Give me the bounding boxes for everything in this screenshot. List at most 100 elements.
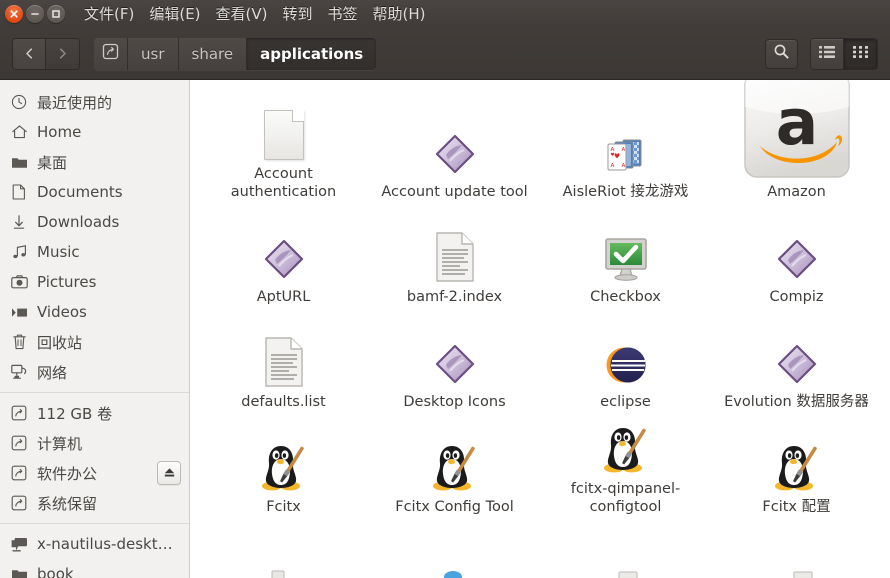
folder-icon — [10, 153, 28, 171]
file-label: Desktop Icons — [403, 394, 506, 411]
view-toggle-group — [810, 37, 878, 70]
sidebar-label: Videos — [37, 303, 87, 321]
sidebar-label: 最近使用的 — [37, 93, 113, 112]
breadcrumb-share[interactable]: share — [178, 37, 248, 70]
sidebar-divider — [0, 392, 189, 393]
menu-view[interactable]: 查看(V) — [215, 5, 269, 24]
peek-item — [715, 566, 890, 578]
menu-bookmarks[interactable]: 书签 — [327, 5, 359, 24]
sidebar-item-home[interactable]: Home — [0, 117, 189, 147]
tux-penguin-icon — [771, 435, 823, 493]
sidebar-item-downloads[interactable]: Downloads — [0, 207, 189, 237]
grid-view-button[interactable] — [844, 38, 877, 69]
sidebar-item-network[interactable]: 网络 — [0, 357, 189, 387]
file-apturl[interactable]: AptURL — [198, 204, 369, 309]
maximize-icon[interactable] — [47, 5, 65, 23]
sidebar-item-recent[interactable]: 最近使用的 — [0, 87, 189, 117]
file-amazon[interactable]: a Amazon — [711, 80, 882, 204]
breadcrumb-applications[interactable]: applications — [247, 37, 377, 70]
file-aisleriot-solitaire[interactable]: A ♥ A A A AisleRiot 接龙游戏 — [540, 86, 711, 204]
sidebar-item-system-reserved[interactable]: 系统保留 — [0, 488, 189, 518]
file-account-authentication[interactable]: Account authentication — [198, 86, 369, 204]
tux-penguin-icon — [429, 435, 481, 493]
back-button[interactable] — [13, 38, 46, 69]
document-icon — [10, 183, 28, 201]
sidebar-divider — [0, 523, 189, 524]
svg-text:A: A — [610, 163, 614, 169]
file-checkbox[interactable]: Checkbox — [540, 204, 711, 309]
file-fcitx-config-tool[interactable]: Fcitx Config Tool — [369, 414, 540, 519]
file-fcitx-qimpanel-configtool[interactable]: fcitx-qimpanel-configtool — [540, 414, 711, 519]
menu-go[interactable]: 转到 — [282, 5, 314, 24]
music-icon — [10, 243, 28, 261]
sidebar-item-pictures[interactable]: Pictures — [0, 267, 189, 297]
list-view-button[interactable] — [811, 38, 844, 69]
file-grid-view[interactable]: Account authentication Account update to… — [190, 80, 890, 578]
svg-text:♥: ♥ — [610, 152, 614, 158]
sidebar[interactable]: 最近使用的 Home 桌面 Documents Downloads Music … — [0, 80, 190, 578]
menu-edit[interactable]: 编辑(E) — [148, 5, 201, 24]
app-diamond-icon — [773, 225, 821, 283]
file-desktop-icons[interactable]: Desktop Icons — [369, 309, 540, 414]
file-label: defaults.list — [241, 394, 326, 411]
breadcrumb-usr[interactable]: usr — [128, 37, 179, 70]
sidebar-item-computer[interactable]: 计算机 — [0, 428, 189, 458]
file-label: AptURL — [256, 289, 311, 306]
file-label: Account update tool — [381, 184, 528, 201]
trash-icon — [10, 333, 28, 351]
sidebar-item-videos[interactable]: Videos — [0, 297, 189, 327]
sidebar-label: 网络 — [37, 363, 68, 382]
menu-file[interactable]: 文件(F) — [83, 5, 135, 24]
drive-icon — [10, 404, 28, 422]
file-label: Evolution 数据服务器 — [724, 394, 869, 411]
sidebar-label: Pictures — [37, 273, 97, 291]
bookmark-desktop-icon — [10, 535, 28, 553]
file-label: eclipse — [600, 394, 651, 411]
forward-button[interactable] — [46, 38, 79, 69]
sidebar-item-software-office[interactable]: 软件办公 — [0, 458, 189, 488]
peek-item — [190, 566, 365, 578]
sidebar-item-trash[interactable]: 回收站 — [0, 327, 189, 357]
sidebar-label: 系统保留 — [37, 494, 98, 513]
drive-icon — [10, 494, 28, 512]
navigation-buttons — [12, 37, 80, 70]
sidebar-item-music[interactable]: Music — [0, 237, 189, 267]
file-compiz[interactable]: Compiz — [711, 204, 882, 309]
text-document-icon — [263, 330, 305, 388]
grid-view-icon — [853, 44, 868, 63]
file-label: Fcitx 配置 — [762, 499, 831, 516]
app-diamond-icon — [431, 330, 479, 388]
file-account-update-tool[interactable]: Account update tool — [369, 86, 540, 204]
close-icon[interactable] — [5, 5, 23, 23]
file-fcitx[interactable]: Fcitx — [198, 414, 369, 519]
sidebar-label: 软件办公 — [37, 464, 98, 483]
file-label: Compiz — [769, 289, 824, 306]
file-eclipse[interactable]: eclipse — [540, 309, 711, 414]
svg-text:A: A — [621, 163, 625, 169]
device-icon — [102, 43, 119, 64]
sidebar-item-documents[interactable]: Documents — [0, 177, 189, 207]
amazon-icon: a — [742, 80, 852, 179]
window-body: 最近使用的 Home 桌面 Documents Downloads Music … — [0, 80, 890, 578]
file-defaults-list[interactable]: defaults.list — [198, 309, 369, 414]
sidebar-item-x-nautilus-desktop[interactable]: x-nautilus-deskt… — [0, 529, 189, 559]
app-diamond-icon — [773, 330, 821, 388]
svg-text:A: A — [621, 147, 625, 153]
file-label: Amazon — [767, 184, 826, 201]
sidebar-item-desktop[interactable]: 桌面 — [0, 147, 189, 177]
search-button[interactable] — [765, 38, 798, 69]
sidebar-item-book[interactable]: book — [0, 559, 189, 578]
file-bamf-2-index[interactable]: bamf-2.index — [369, 204, 540, 309]
file-evolution-data-server[interactable]: Evolution 数据服务器 — [711, 309, 882, 414]
breadcrumb-device-root[interactable] — [94, 37, 128, 70]
eject-button[interactable] — [157, 461, 181, 485]
file-label: Account authentication — [230, 165, 337, 201]
camera-icon — [10, 273, 28, 291]
sidebar-label: 桌面 — [37, 153, 68, 172]
file-fcitx-peizhi[interactable]: Fcitx 配置 — [711, 414, 882, 519]
video-icon — [10, 303, 28, 321]
file-label: Fcitx — [266, 499, 301, 516]
minimize-icon[interactable] — [26, 5, 44, 23]
sidebar-item-volume-112gb[interactable]: 112 GB 卷 — [0, 398, 189, 428]
menu-help[interactable]: 帮助(H) — [372, 5, 427, 24]
